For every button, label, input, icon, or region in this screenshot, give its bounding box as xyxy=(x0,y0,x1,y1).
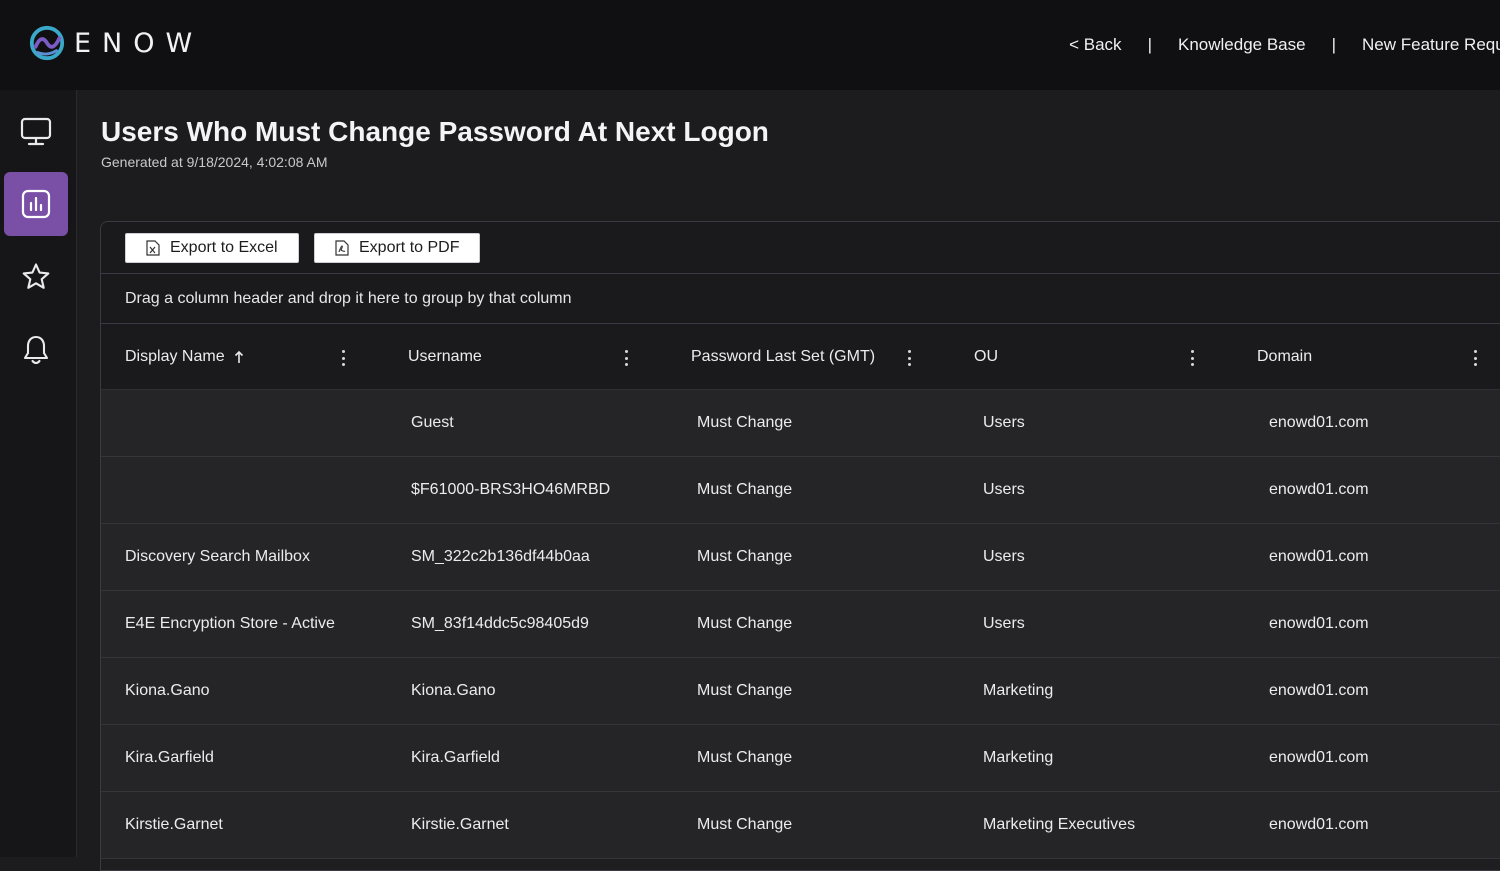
nav-separator: | xyxy=(1331,35,1336,54)
cell-username: SM_322c2b136df44b0aa xyxy=(411,548,590,565)
generated-timestamp: Generated at 9/18/2024, 4:02:08 AM xyxy=(101,154,328,170)
kebab-menu-icon xyxy=(337,350,349,366)
cell-domain: enowd01.com xyxy=(1269,615,1369,632)
cell-ou: Users xyxy=(983,548,1025,565)
cell-display-name: Discovery Search Mailbox xyxy=(125,548,310,565)
cell-password-last-set: Must Change xyxy=(697,548,793,565)
new-feature-request-link[interactable]: New Feature Requ xyxy=(1362,35,1500,55)
column-menu-display-name[interactable] xyxy=(337,324,345,390)
column-label: Display Name xyxy=(125,348,225,365)
table-row[interactable]: E4E Encryption Store - Active SM_83f14dd… xyxy=(101,591,1500,658)
table-row[interactable]: Discovery Search Mailbox SM_322c2b136df4… xyxy=(101,524,1500,591)
grid-toolbar: Export to Excel Export to PDF xyxy=(101,222,1500,274)
cell-ou: Marketing xyxy=(983,682,1054,699)
table-row[interactable]: Kirstie.Garnet Kirstie.Garnet Must Chang… xyxy=(101,792,1500,859)
cell-password-last-set: Must Change xyxy=(697,816,793,833)
column-label: Username xyxy=(408,348,482,365)
reports-chart-icon xyxy=(21,189,51,219)
knowledge-base-link[interactable]: Knowledge Base xyxy=(1178,35,1306,55)
grid-body: Guest Must Change Users enowd01.com $F61… xyxy=(101,390,1500,859)
cell-domain: enowd01.com xyxy=(1269,548,1369,565)
cell-display-name: Kira.Garfield xyxy=(125,749,214,766)
cell-username: SM_83f14ddc5c98405d9 xyxy=(411,615,589,632)
cell-display-name: Kirstie.Garnet xyxy=(125,816,223,833)
table-row[interactable]: Kira.Garfield Kira.Garfield Must Change … xyxy=(101,725,1500,792)
main-content: Users Who Must Change Password At Next L… xyxy=(77,90,1500,871)
cell-ou: Users xyxy=(983,481,1025,498)
cell-domain: enowd01.com xyxy=(1269,414,1369,431)
column-menu-username[interactable] xyxy=(620,324,628,390)
cell-ou: Users xyxy=(983,414,1025,431)
brand-name: ENOW xyxy=(74,27,204,59)
cell-domain: enowd01.com xyxy=(1269,749,1369,766)
top-bar: ENOW < Back | Knowledge Base | New Featu… xyxy=(0,0,1500,90)
top-nav: < Back | Knowledge Base | New Feature Re… xyxy=(1069,0,1500,90)
column-menu-password-last-set[interactable] xyxy=(903,324,911,390)
column-menu-ou[interactable] xyxy=(1186,324,1194,390)
excel-file-icon xyxy=(146,240,160,256)
bell-icon xyxy=(23,335,49,365)
column-label: Password Last Set (GMT) xyxy=(691,348,876,365)
star-icon xyxy=(22,263,50,289)
table-row[interactable]: $F61000-BRS3HO46MRBD Must Change Users e… xyxy=(101,457,1500,524)
table-row[interactable]: Guest Must Change Users enowd01.com xyxy=(101,390,1500,457)
column-header-ou[interactable]: OU xyxy=(974,324,998,390)
cell-username: Kirstie.Garnet xyxy=(411,816,509,833)
cell-username: Guest xyxy=(411,414,454,431)
cell-ou: Marketing Executives xyxy=(983,816,1136,833)
column-header-display-name[interactable]: Display Name xyxy=(125,324,245,390)
cell-domain: enowd01.com xyxy=(1269,816,1369,833)
cell-password-last-set: Must Change xyxy=(697,414,793,431)
group-by-panel[interactable]: Drag a column header and drop it here to… xyxy=(101,274,1500,324)
enow-logo-icon xyxy=(29,25,65,61)
kebab-menu-icon xyxy=(903,350,915,366)
group-by-hint: Drag a column header and drop it here to… xyxy=(125,289,572,307)
column-menu-domain[interactable] xyxy=(1469,324,1477,390)
cell-password-last-set: Must Change xyxy=(697,682,793,699)
pdf-file-icon xyxy=(335,240,349,256)
cell-username: Kira.Garfield xyxy=(411,749,500,766)
table-row[interactable]: Kiona.Gano Kiona.Gano Must Change Market… xyxy=(101,658,1500,725)
export-pdf-button[interactable]: Export to PDF xyxy=(314,233,481,263)
export-pdf-label: Export to PDF xyxy=(359,239,460,256)
kebab-menu-icon xyxy=(620,350,632,366)
nav-separator: | xyxy=(1147,35,1152,54)
cell-username: $F61000-BRS3HO46MRBD xyxy=(411,481,611,498)
sidebar xyxy=(0,90,77,857)
cell-ou: Users xyxy=(983,615,1025,632)
cell-domain: enowd01.com xyxy=(1269,682,1369,699)
sort-ascending-icon xyxy=(234,350,243,363)
sidebar-item-monitoring[interactable] xyxy=(4,100,68,164)
export-excel-button[interactable]: Export to Excel xyxy=(125,233,299,263)
column-header-username[interactable]: Username xyxy=(408,324,482,390)
cell-password-last-set: Must Change xyxy=(697,481,793,498)
column-header-domain[interactable]: Domain xyxy=(1257,324,1312,390)
kebab-menu-icon xyxy=(1186,350,1198,366)
column-label: OU xyxy=(974,348,998,365)
sidebar-item-alerts[interactable] xyxy=(4,318,68,382)
cell-ou: Marketing xyxy=(983,749,1054,766)
sidebar-item-favorites[interactable] xyxy=(4,245,68,309)
monitor-icon xyxy=(20,117,52,146)
cell-display-name: E4E Encryption Store - Active xyxy=(125,615,335,632)
cell-domain: enowd01.com xyxy=(1269,481,1369,498)
enow-logo[interactable]: ENOW xyxy=(28,24,203,62)
cell-password-last-set: Must Change xyxy=(697,749,793,766)
report-grid: Export to Excel Export to PDF Drag a col… xyxy=(100,221,1500,871)
sidebar-item-reports[interactable] xyxy=(4,172,68,236)
grid-header: Display Name Username Password Last Set … xyxy=(101,324,1500,390)
back-link[interactable]: < Back xyxy=(1069,35,1121,55)
column-header-password-last-set[interactable]: Password Last Set (GMT) xyxy=(691,324,875,390)
export-excel-label: Export to Excel xyxy=(170,239,278,256)
page-title: Users Who Must Change Password At Next L… xyxy=(101,116,769,147)
cell-display-name: Kiona.Gano xyxy=(125,682,210,699)
kebab-menu-icon xyxy=(1469,350,1481,366)
column-label: Domain xyxy=(1257,348,1313,365)
cell-password-last-set: Must Change xyxy=(697,615,793,632)
cell-username: Kiona.Gano xyxy=(411,682,496,699)
